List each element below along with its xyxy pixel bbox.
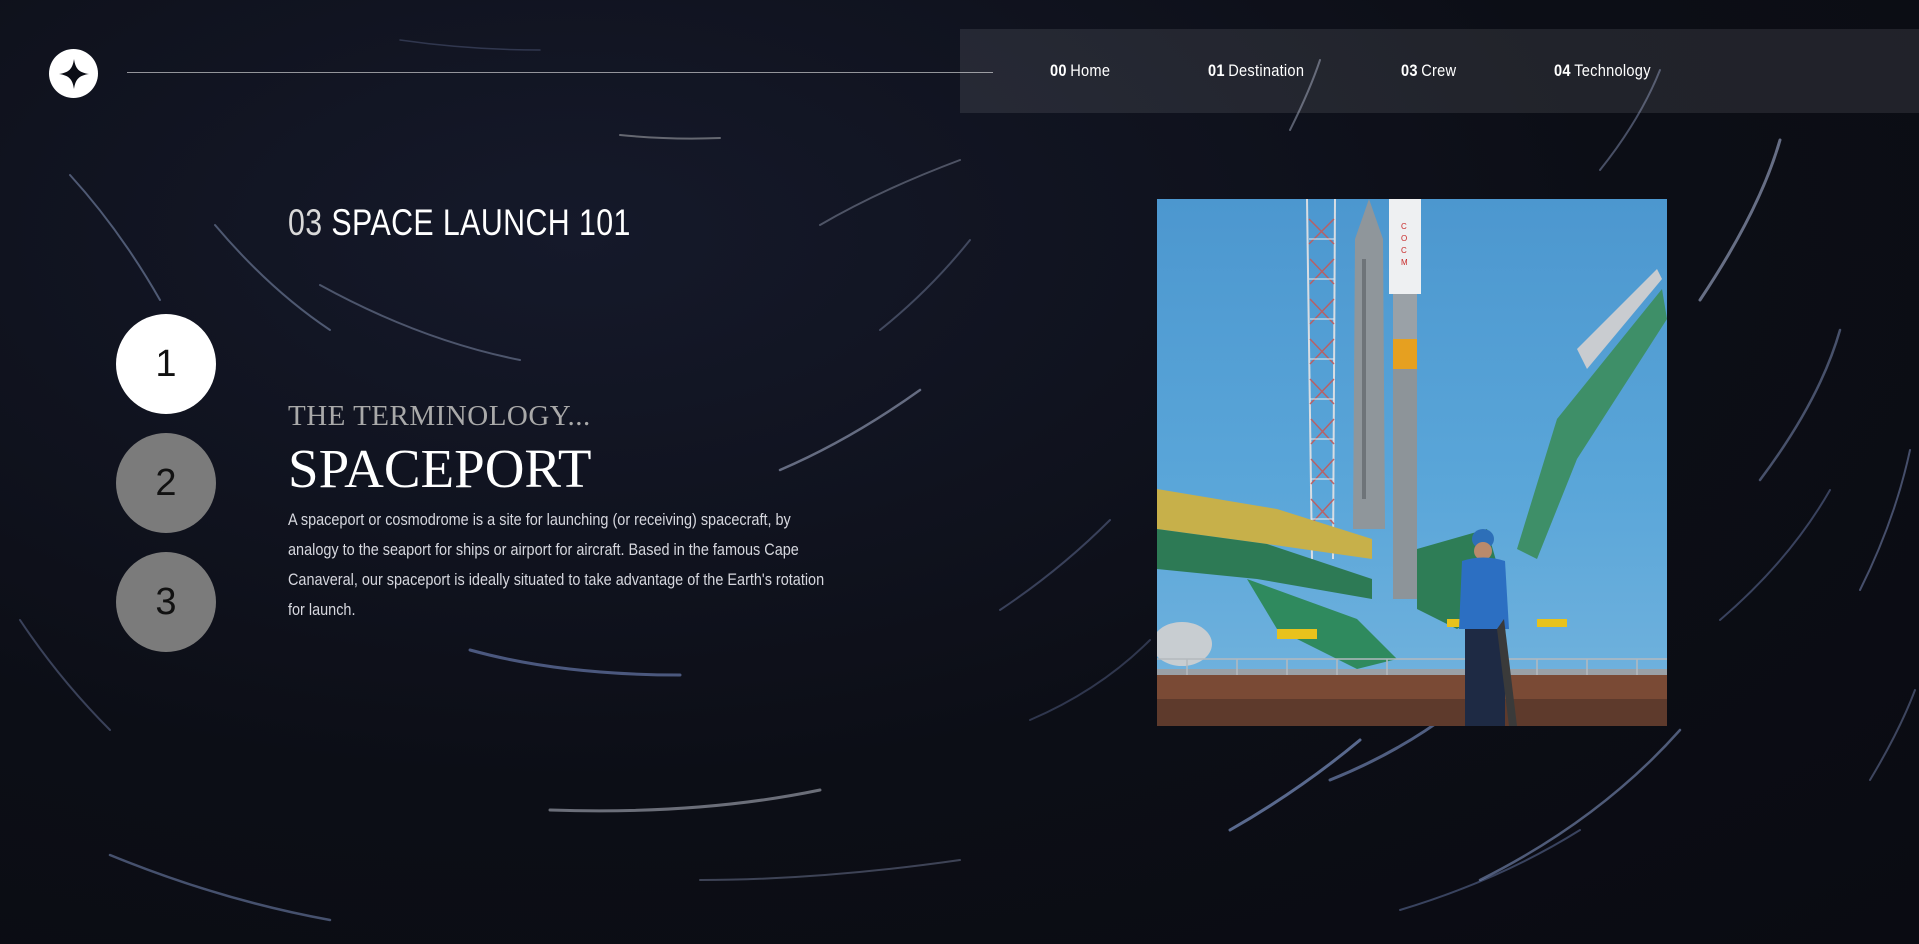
nav-divider-line — [127, 72, 993, 73]
step-button-3[interactable]: 3 — [116, 552, 216, 652]
page-title-text: SPACE LAUNCH 101 — [331, 202, 631, 243]
svg-text:C: C — [1401, 222, 1407, 231]
nav-item-crew[interactable]: 03 Crew — [1401, 29, 1456, 113]
spaceport-photo: C O C M — [1157, 199, 1667, 726]
nav-item-number: 00 — [1050, 61, 1067, 80]
term-description: A spaceport or cosmodrome is a site for … — [288, 510, 825, 619]
nav-item-number: 04 — [1554, 61, 1571, 80]
nav-item-label: Crew — [1421, 61, 1457, 80]
step-button-2[interactable]: 2 — [116, 433, 216, 533]
nav-item-label: Destination — [1228, 61, 1305, 80]
term-title: SPACEPORT — [288, 438, 592, 499]
svg-text:M: M — [1401, 258, 1408, 267]
page-title-number: 03 — [288, 202, 323, 243]
page-title: 03 SPACE LAUNCH 101 — [288, 202, 631, 244]
step-button-1[interactable]: 1 — [116, 314, 216, 414]
svg-text:O: O — [1401, 234, 1407, 243]
nav-item-number: 03 — [1401, 61, 1418, 80]
main-nav: 00 Home 01 Destination 03 Crew 04 Technology — [960, 29, 1919, 113]
svg-text:C: C — [1401, 246, 1407, 255]
nav-item-number: 01 — [1208, 61, 1225, 80]
four-point-star-icon — [58, 58, 89, 89]
nav-item-technology[interactable]: 04 Technology — [1554, 29, 1651, 113]
nav-item-label: Technology — [1574, 61, 1651, 80]
nav-item-label: Home — [1070, 61, 1111, 80]
nav-item-destination[interactable]: 01 Destination — [1208, 29, 1304, 113]
logo[interactable] — [49, 49, 98, 98]
nav-item-home[interactable]: 00 Home — [1050, 29, 1110, 113]
terminology-eyebrow: THE TERMINOLOGY... — [288, 400, 591, 432]
